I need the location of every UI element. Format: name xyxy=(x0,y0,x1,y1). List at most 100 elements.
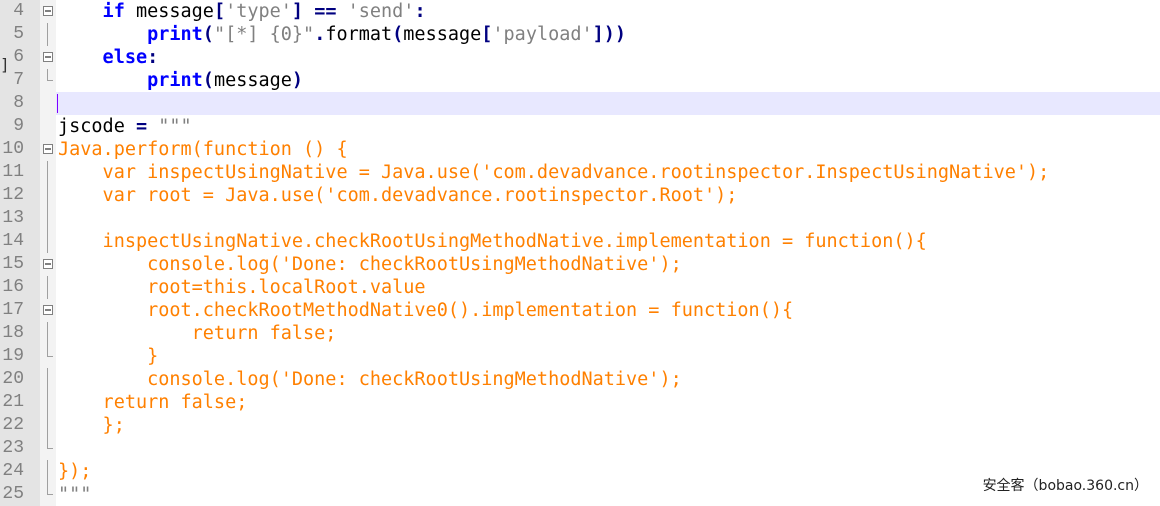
code-token: ])) xyxy=(592,24,627,45)
line-number: 18 xyxy=(0,322,40,345)
fold-toggle-icon[interactable] xyxy=(43,6,53,16)
code-token: Java.perform(function () { xyxy=(58,139,348,160)
code-token: root=this.localRoot.value xyxy=(58,277,426,298)
fold-toggle-icon[interactable] xyxy=(43,259,53,269)
fold-margin xyxy=(40,345,56,368)
fold-margin xyxy=(40,161,56,184)
line-number: 4 xyxy=(0,0,40,23)
code-line[interactable]: 16 root=this.localRoot.value xyxy=(0,276,1160,299)
code-line[interactable]: 13 xyxy=(0,207,1160,230)
code-line[interactable]: 5 print("[*] {0}".format(message['payloa… xyxy=(0,23,1160,46)
code-token: 'payload' xyxy=(492,24,593,45)
code-token: return false; xyxy=(58,392,248,413)
code-token: if xyxy=(58,1,136,22)
line-number: 22 xyxy=(0,414,40,437)
code-token: "[*] {0}" xyxy=(213,24,315,45)
fold-end-guide xyxy=(47,437,53,449)
line-number: 14 xyxy=(0,230,40,253)
fold-end-guide xyxy=(47,345,53,357)
code-line[interactable]: 20 console.log('Done: checkRootUsingMeth… xyxy=(0,368,1160,391)
code-token: message xyxy=(403,24,482,45)
line-number: 24 xyxy=(0,460,40,483)
code-line[interactable]: 22 }; xyxy=(0,414,1160,437)
fold-guide xyxy=(47,322,48,345)
fold-end-guide xyxy=(47,483,53,495)
code-editor[interactable]: 4 if message['type'] == 'send': 5 print("… xyxy=(0,0,1160,506)
fold-margin xyxy=(40,184,56,207)
fold-margin xyxy=(40,253,56,276)
code-token: : xyxy=(147,47,159,68)
code-token: ( xyxy=(202,24,214,45)
fold-toggle-icon[interactable] xyxy=(43,52,53,62)
fold-guide xyxy=(47,207,48,230)
code-text: jscode = """ xyxy=(58,115,192,138)
code-line[interactable]: 17 root.checkRootMethodNative0().impleme… xyxy=(0,299,1160,322)
line-number: 20 xyxy=(0,368,40,391)
code-token: = xyxy=(135,116,148,137)
fold-margin xyxy=(40,299,56,322)
line-number: 8 xyxy=(0,92,40,115)
code-line[interactable]: 23 xyxy=(0,437,1160,460)
code-text: } xyxy=(58,345,158,368)
fold-margin xyxy=(40,368,56,391)
line-number: 16 xyxy=(0,276,40,299)
code-line[interactable]: 8 xyxy=(0,92,1160,115)
code-token: ( xyxy=(392,24,404,45)
code-token: . xyxy=(314,24,326,45)
code-token: console.log('Done: checkRootUsingMethodN… xyxy=(58,254,682,275)
code-token: 'send' xyxy=(347,1,415,22)
code-text: root=this.localRoot.value xyxy=(58,276,426,299)
code-line[interactable]: 10 Java.perform(function () { xyxy=(0,138,1160,161)
fold-margin xyxy=(40,207,56,230)
fold-guide xyxy=(47,414,48,437)
code-line[interactable]: 15 console.log('Done: checkRootUsingMeth… xyxy=(0,253,1160,276)
code-text: Java.perform(function () { xyxy=(58,138,348,161)
line-number: 21 xyxy=(0,391,40,414)
code-line[interactable]: 19 } xyxy=(0,345,1160,368)
fold-margin xyxy=(40,276,56,299)
fold-guide xyxy=(47,391,48,414)
code-line[interactable]: 11 var inspectUsingNative = Java.use('co… xyxy=(0,161,1160,184)
fold-margin xyxy=(40,0,56,23)
fold-end-guide xyxy=(47,69,53,81)
code-text: print("[*] {0}".format(message['payload'… xyxy=(58,23,626,46)
code-token: [ xyxy=(481,24,493,45)
fold-margin xyxy=(40,414,56,437)
code-token: else xyxy=(58,47,148,68)
fold-guide xyxy=(47,460,48,483)
code-text: console.log('Done: checkRootUsingMethodN… xyxy=(58,253,682,276)
code-token: """ xyxy=(158,116,192,137)
fold-margin xyxy=(40,460,56,483)
code-token: message xyxy=(213,70,292,91)
code-line[interactable]: 12 var root = Java.use('com.devadvance.r… xyxy=(0,184,1160,207)
fold-margin xyxy=(40,23,56,46)
code-text: inspectUsingNative.checkRootUsingMethodN… xyxy=(58,230,927,253)
code-token: ) xyxy=(291,70,304,91)
code-line[interactable]: 6 else: xyxy=(0,46,1160,69)
code-line[interactable]: 21 return false; xyxy=(0,391,1160,414)
code-line[interactable]: 14 inspectUsingNative.checkRootUsingMeth… xyxy=(0,230,1160,253)
line-number: 19 xyxy=(0,345,40,368)
fold-guide xyxy=(47,368,48,391)
code-line[interactable]: 18 return false; xyxy=(0,322,1160,345)
code-line[interactable]: 4 if message['type'] == 'send': xyxy=(0,0,1160,23)
line-number: 5 xyxy=(0,23,40,46)
fold-guide xyxy=(47,23,48,46)
fold-guide xyxy=(47,276,48,299)
code-line[interactable]: 7 print(message) xyxy=(0,69,1160,92)
code-token: var root = Java.use('com.devadvance.root… xyxy=(58,185,738,206)
fold-margin xyxy=(40,322,56,345)
code-line[interactable]: 9 jscode = """ xyxy=(0,115,1160,138)
fold-toggle-icon[interactable] xyxy=(43,305,53,315)
fold-margin xyxy=(40,92,56,115)
code-text: var inspectUsingNative = Java.use('com.d… xyxy=(58,161,1050,184)
fold-toggle-icon[interactable] xyxy=(43,144,53,154)
code-token: }); xyxy=(58,461,92,482)
line-number: 10 xyxy=(0,138,40,161)
fold-margin xyxy=(40,115,56,138)
code-token: ( xyxy=(202,70,214,91)
code-token: var inspectUsingNative = Java.use('com.d… xyxy=(58,162,1050,183)
fold-margin xyxy=(40,46,56,69)
code-text: return false; xyxy=(58,322,337,345)
